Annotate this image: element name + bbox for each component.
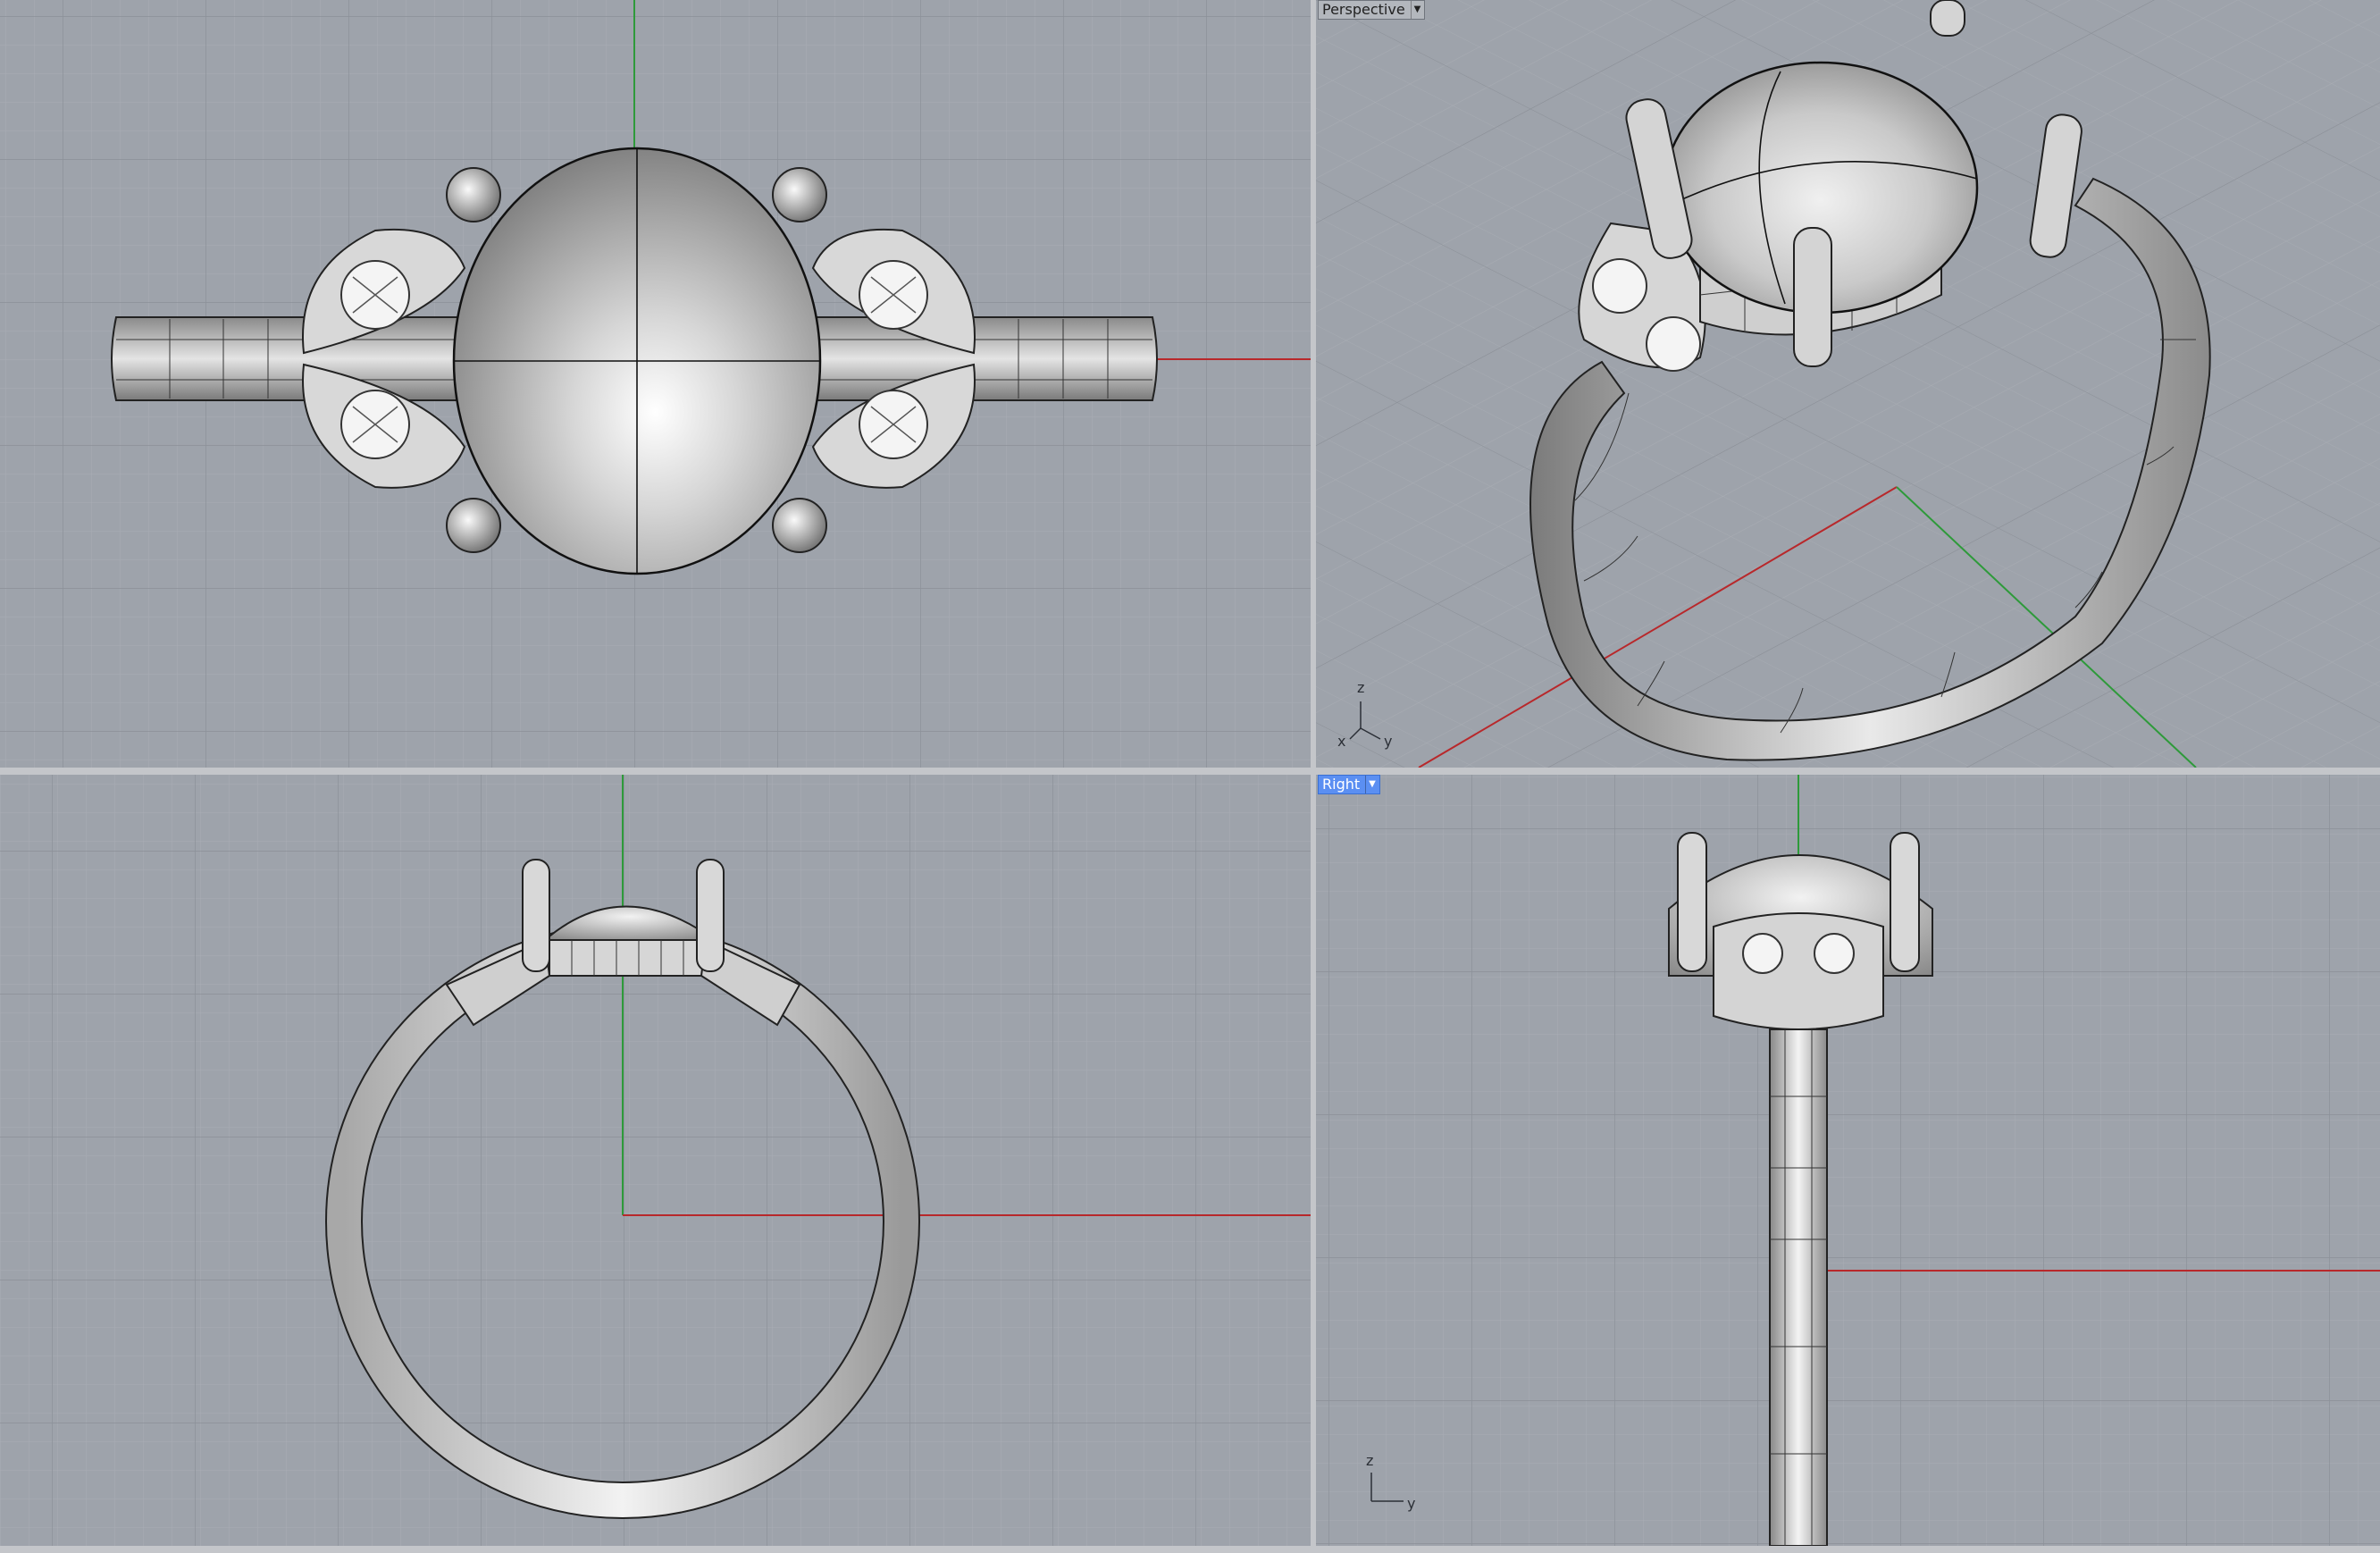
prong <box>1677 832 1707 972</box>
axis-z-label: z <box>1357 679 1364 696</box>
axis-widget-right: z y <box>1366 1452 1415 1512</box>
axis-y-label: y <box>1407 1495 1415 1512</box>
right-view-scene <box>1316 775 2380 1546</box>
viewport-front[interactable] <box>0 775 1311 1546</box>
viewport-title: Right <box>1322 776 1361 793</box>
side-stone-cluster <box>1713 912 1884 1030</box>
viewport-title: Perspective <box>1322 1 1405 18</box>
chevron-down-icon[interactable]: ▼ <box>1365 776 1376 793</box>
axis-z-label: z <box>1366 1452 1373 1469</box>
ring-band <box>1769 1028 1828 1546</box>
viewport-label-right[interactable]: Right ▼ <box>1318 775 1380 794</box>
front-view-scene <box>0 775 1311 1546</box>
chevron-down-icon[interactable]: ▼ <box>1410 1 1420 19</box>
viewport-right[interactable]: Right ▼ z y <box>1316 775 2380 1546</box>
viewport-perspective[interactable]: Perspective ▼ z x y <box>1316 0 2380 768</box>
perspective-view-scene <box>1316 0 2380 768</box>
viewport-label-perspective[interactable]: Perspective ▼ <box>1318 0 1426 20</box>
axis-y-label: y <box>1384 733 1392 750</box>
prong <box>522 859 550 972</box>
viewport-top[interactable] <box>0 0 1311 768</box>
prong <box>772 498 827 553</box>
prong <box>446 167 501 222</box>
axis-x-label: x <box>1337 733 1345 750</box>
prong <box>772 167 827 222</box>
status-strip <box>0 1546 2380 1553</box>
top-view-scene <box>0 0 1311 768</box>
axis-widget-perspective: z x y <box>1337 679 1392 750</box>
prong <box>446 498 501 553</box>
prong <box>696 859 725 972</box>
prong <box>1890 832 1920 972</box>
